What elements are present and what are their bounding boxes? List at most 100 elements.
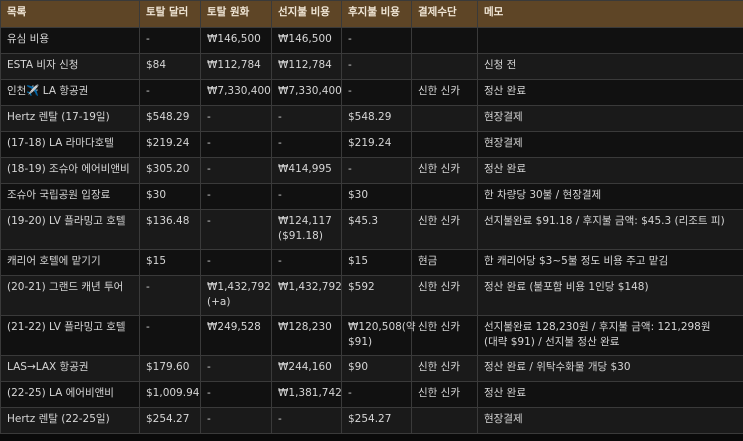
cell-total-usd: - [139,27,201,54]
cell-total-usd: $84 [139,53,201,80]
header-memo: 메모 [477,0,743,28]
cell-memo: 정산 완료 [477,79,743,106]
cell-item: (22-25) LA 에어비앤비 [0,381,140,408]
cell-total-krw: - [200,407,272,434]
cell-total-usd: - [139,315,201,356]
cell-total-krw: ₩146,500 [200,27,272,54]
cell-total-krw: - [200,105,272,132]
cell-total-krw: ₩1,432,792 (+a) [200,275,272,316]
cell-memo: 한 캐리어당 $3~5불 정도 비용 주고 맡김 [477,249,743,276]
cell-total-krw: ₩112,784 [200,53,272,80]
cell-item: (17-18) LA 라마다호텔 [0,131,140,158]
cell-total-usd: - [139,275,201,316]
table-row: (22-25) LA 에어비앤비 $1,009.94- ₩1,381,742- 신한 … [0,381,743,408]
cell-item: (21-22) LV 플라밍고 호텔 [0,315,140,356]
cell-payment-method: 신한 신카 [411,157,478,184]
table-row: 인천✈️ LA 항공권 - ₩7,330,400 ₩7,330,400- 신한 신카 정산… [0,79,743,106]
cell-total-usd: $219.24 [139,131,201,158]
cell-total-krw: - [200,381,272,408]
cell-total-usd: $15 [139,249,201,276]
cell-total-usd: $179.60 [139,355,201,382]
cell-prepaid: ₩1,381,742 [271,381,342,408]
cell-total-usd: $30 [139,183,201,210]
cell-memo: 선지불완료 $91.18 / 후지불 금액: $45.3 (리조트 피) [477,209,743,250]
cell-total-krw: ₩249,528 [200,315,272,356]
cell-prepaid: ₩112,784 [271,53,342,80]
cell-payment-method: 신한 신카 [411,381,478,408]
cell-prepaid: - [271,131,342,158]
cell-memo: 현장결제 [477,105,743,132]
cell-payment-method [411,27,478,54]
cell-postpaid: - [341,381,412,408]
cell-postpaid: - [341,27,412,54]
cell-prepaid: ₩244,160 [271,355,342,382]
cell-payment-method [411,183,478,210]
cell-total-krw: - [200,157,272,184]
cell-memo: 정산 완료 [477,157,743,184]
cell-payment-method: 신한 신카 [411,209,478,250]
cell-prepaid: ₩128,230 [271,315,342,356]
cell-total-krw: - [200,249,272,276]
cell-postpaid: - [341,53,412,80]
cell-postpaid: $219.24 [341,131,412,158]
cell-payment-method: 신한 신카 [411,275,478,316]
header-prepaid: 선지불 비용 [271,0,342,28]
cell-postpaid: - [341,157,412,184]
cell-payment-method [411,407,478,434]
cell-memo: 현장결제 [477,407,743,434]
cell-total-krw: - [200,209,272,250]
table-row: ESTA 비자 신청 $84 ₩112,784 ₩112,784- 신청 전 [0,53,743,80]
table-row: Hertz 렌탈 (22-25일) $254.27- - $254.27 현장결제 [0,407,743,434]
cell-prepaid: - [271,105,342,132]
table-row: (20-21) 그랜드 캐년 투어 - ₩1,432,792 (+a) ₩1,432,… [0,275,743,316]
cell-total-usd: - [139,79,201,106]
cell-item: 캐리어 호텔에 맡기기 [0,249,140,276]
cell-memo: 선지불완료 128,230원 / 후지불 금액: 121,298원 (대략 $9… [477,315,743,356]
cell-total-usd: $136.48 [139,209,201,250]
cell-prepaid: ₩7,330,400 [271,79,342,106]
cell-total-usd: $1,009.94 [139,381,201,408]
cell-postpaid: $548.29 [341,105,412,132]
cell-memo: 정산 완료 [477,381,743,408]
cell-total-usd: $254.27 [139,407,201,434]
cell-item: 조슈아 국립공원 입장료 [0,183,140,210]
cell-item: (20-21) 그랜드 캐년 투어 [0,275,140,316]
cell-item: ESTA 비자 신청 [0,53,140,80]
header-postpaid: 후지불 비용 [341,0,412,28]
cell-prepaid: ₩1,432,792 [271,275,342,316]
cell-total-krw: - [200,131,272,158]
cell-payment-method: 신한 신카 [411,79,478,106]
cell-memo: 신청 전 [477,53,743,80]
cell-postpaid: - [341,79,412,106]
cell-postpaid: ₩120,508(약 $91) [341,315,416,356]
header-payment-method: 결제수단 [411,0,478,28]
cell-payment-method [411,105,478,132]
cell-postpaid: $15 [341,249,412,276]
cell-total-usd: $305.20 [139,157,201,184]
cell-postpaid: $30 [341,183,412,210]
table-row: LAS→LAX 항공권 $179.60- ₩244,160 $90 신한 신카 정산 완료… [0,355,743,382]
header-total-usd: 토탈 달러 [139,0,201,28]
cell-memo [477,27,743,54]
cell-payment-method: 현금 [411,249,478,276]
cell-item: (19-20) LV 플라밍고 호텔 [0,209,140,250]
cell-prepaid: - [271,407,342,434]
table-row: (18-19) 조슈아 에어비앤비 $305.20- ₩414,995- 신한 신카 정… [0,157,743,184]
cell-postpaid: $90 [341,355,412,382]
cell-total-krw: - [200,183,272,210]
header-item: 목록 [0,0,140,28]
cell-prepaid: ₩414,995 [271,157,342,184]
cell-payment-method [411,131,478,158]
cell-prepaid: - [271,183,342,210]
cell-memo: 정산 완료 / 위탁수화물 개당 $30 [477,355,743,382]
cell-item: 인천✈️ LA 항공권 [0,79,140,106]
header-total-krw: 토탈 원화 [200,0,272,28]
cell-prepaid: ₩124,117 ($91.18) [271,209,342,250]
cell-memo: 한 차량당 30불 / 현장결제 [477,183,743,210]
cell-memo: 현장결제 [477,131,743,158]
cell-payment-method: 신한 신카 [411,315,478,356]
cell-payment-method: 신한 신카 [411,355,478,382]
cell-postpaid: $592 [341,275,412,316]
cell-item: Hertz 렌탈 (22-25일) [0,407,140,434]
table-row: (19-20) LV 플라밍고 호텔 $136.48- ₩124,117 ($91.… [0,209,743,250]
